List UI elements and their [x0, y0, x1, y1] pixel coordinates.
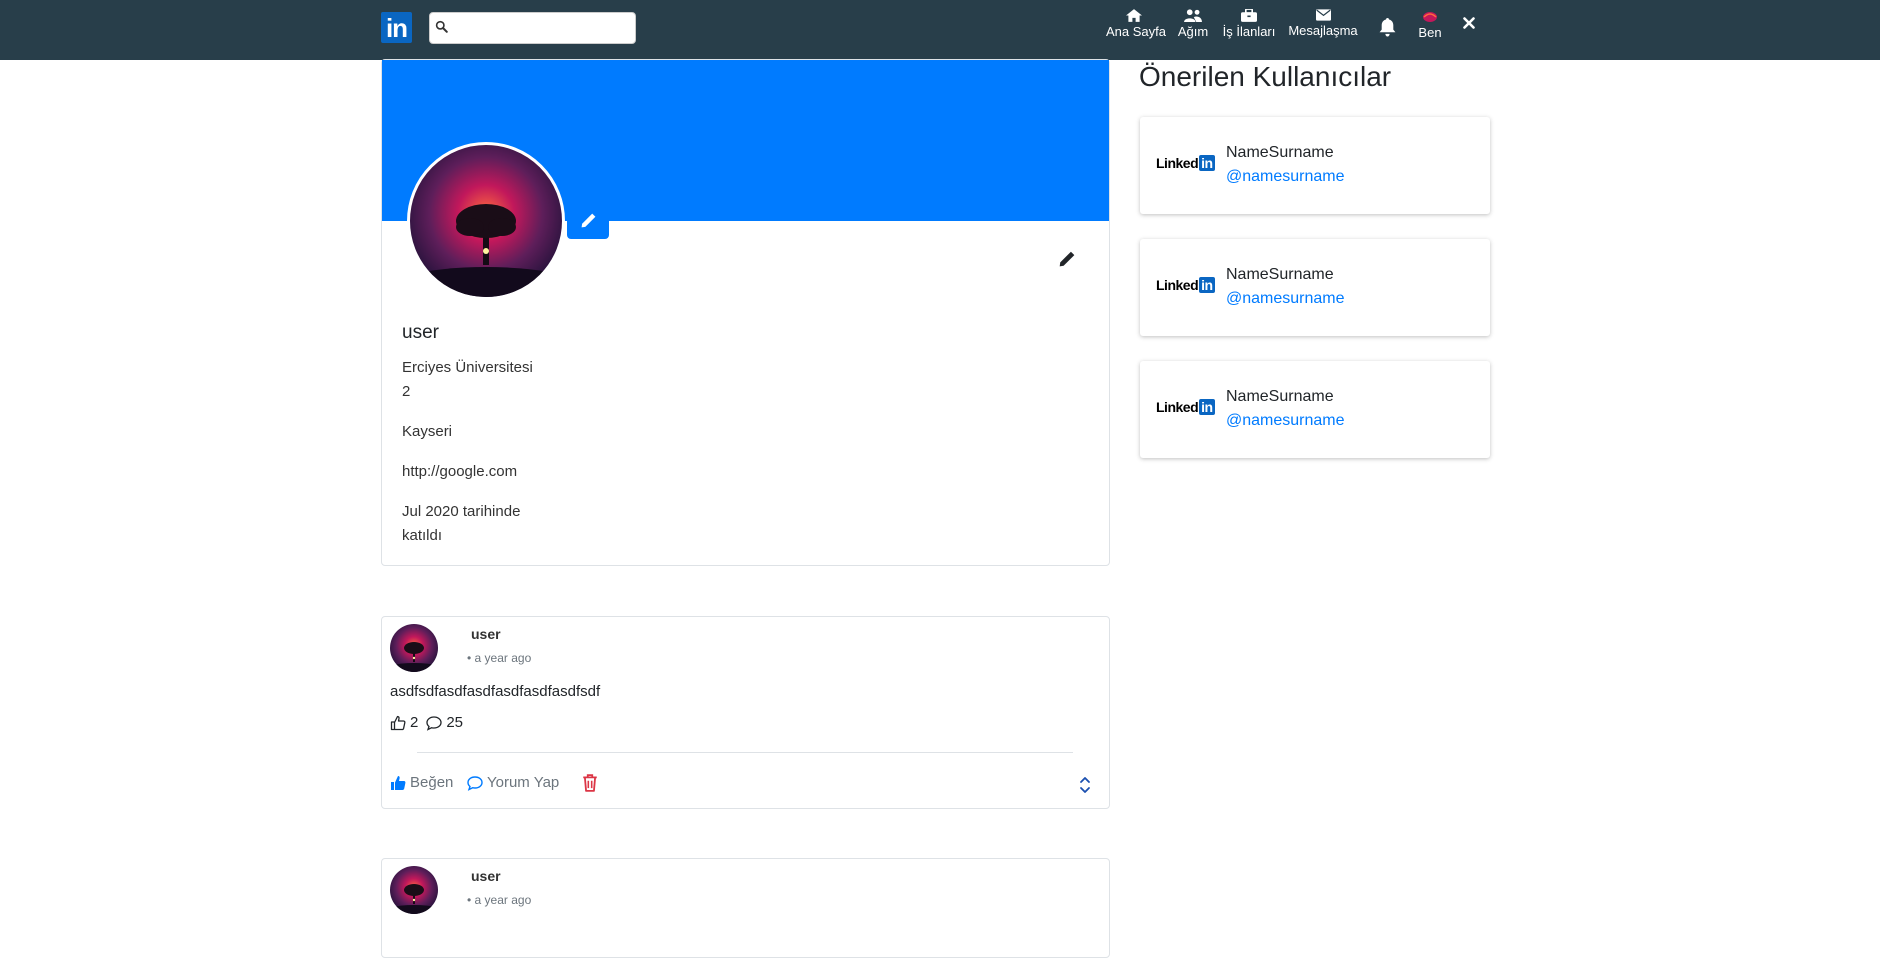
linkedin-logo-text: Linked: [1156, 277, 1199, 293]
avatar-edit-button[interactable]: [567, 201, 609, 239]
linkedin-logo: Linked in: [1156, 399, 1215, 415]
post-time: • a year ago: [467, 893, 532, 907]
pencil-icon: [581, 213, 595, 227]
nav-me-label: Ben: [1418, 25, 1442, 40]
comment-button-label: Yorum Yap: [487, 774, 560, 791]
nav-network[interactable]: Ağım: [1176, 9, 1210, 49]
linkedin-logo-text: Linked: [1156, 155, 1199, 171]
profile-avatar: [407, 142, 565, 300]
post-stats: 2 25: [390, 714, 463, 731]
nav-network-label: Ağım: [1177, 24, 1209, 39]
post-divider: [417, 752, 1073, 753]
suggested-user-name: NameSurname: [1226, 388, 1334, 405]
bell-icon: [1379, 18, 1395, 37]
suggested-user-name: NameSurname: [1226, 144, 1334, 161]
post-avatar: [390, 866, 438, 914]
thumbs-up-outline-icon: [390, 715, 406, 730]
delete-post-button[interactable]: [582, 774, 598, 792]
linkedin-logo-in: in: [1199, 399, 1215, 415]
search-icon: [435, 20, 448, 38]
linkedin-logo-text: Linked: [1156, 399, 1199, 415]
profile-city: Kayseri: [402, 423, 453, 440]
search-box[interactable]: [429, 12, 636, 44]
suggested-user-handle[interactable]: @namesurname: [1226, 412, 1345, 430]
comment-outline-icon: [426, 715, 442, 731]
like-button-label: Beğen: [410, 774, 454, 791]
post-avatar: [390, 624, 438, 672]
expand-toggle[interactable]: [1079, 775, 1091, 795]
thumbs-up-icon: [391, 775, 406, 790]
nav-me[interactable]: Ben: [1416, 11, 1444, 51]
linkedin-logo: Linked in: [1156, 155, 1215, 171]
nav-jobs[interactable]: İş İlanları: [1222, 9, 1276, 49]
profile-joined-line2: katıldı: [402, 527, 443, 544]
top-navbar: in Ana Sayfa Ağım İş İlanları Mesajlaşma…: [0, 0, 1880, 60]
nav-home-label: Ana Sayfa: [1106, 24, 1166, 39]
trash-icon: [583, 774, 597, 792]
like-button[interactable]: Beğen: [390, 774, 453, 791]
profile-website[interactable]: http://google.com: [402, 463, 517, 480]
profile-card: user Erciyes Üniversitesi 2 Kayseri http…: [381, 59, 1110, 566]
profile-edit-button[interactable]: [1058, 250, 1076, 273]
linkedin-logo-in: in: [1199, 155, 1215, 171]
home-icon: [1126, 9, 1142, 22]
profile-number: 2: [402, 383, 411, 400]
linkedin-logo[interactable]: in: [381, 12, 412, 43]
post-username[interactable]: user: [471, 626, 501, 642]
close-icon: [1463, 17, 1475, 29]
chevron-up-down-icon: [1080, 777, 1090, 793]
profile-name: user: [402, 322, 439, 343]
post-content: asdfsdfasdfasdfasdfasdfasdfsdf: [390, 683, 601, 700]
nav-close[interactable]: [1462, 17, 1476, 57]
suggested-user-card[interactable]: Linked in NameSurname @namesurname: [1140, 239, 1490, 336]
avatar-icon: [1423, 12, 1437, 22]
nav-messaging[interactable]: Mesajlaşma: [1288, 9, 1358, 49]
post-username[interactable]: user: [471, 868, 501, 884]
linkedin-logo-in: in: [1199, 277, 1215, 293]
envelope-icon: [1315, 9, 1331, 21]
nav-notifications[interactable]: [1377, 18, 1397, 58]
briefcase-icon: [1241, 9, 1257, 22]
suggested-users-title: Önerilen Kullanıcılar: [1139, 61, 1392, 92]
suggested-user-card[interactable]: Linked in NameSurname @namesurname: [1140, 361, 1490, 458]
nav-home[interactable]: Ana Sayfa: [1106, 9, 1166, 49]
comment-icon: [467, 775, 483, 791]
post-time: • a year ago: [467, 651, 532, 665]
search-input[interactable]: [452, 13, 632, 41]
nav-messaging-label: Mesajlaşma: [1288, 23, 1358, 38]
profile-joined-line1: Jul 2020 tarihinde: [402, 503, 521, 520]
suggested-user-handle[interactable]: @namesurname: [1226, 290, 1345, 308]
suggested-user-card[interactable]: Linked in NameSurname @namesurname: [1140, 117, 1490, 214]
comment-button[interactable]: Yorum Yap: [467, 774, 559, 791]
nav-jobs-label: İş İlanları: [1222, 24, 1276, 39]
post-like-count: 2: [410, 714, 419, 731]
users-icon: [1184, 9, 1202, 22]
linkedin-logo: Linked in: [1156, 277, 1215, 293]
suggested-user-name: NameSurname: [1226, 266, 1334, 283]
suggested-user-handle[interactable]: @namesurname: [1226, 168, 1345, 186]
post-card: user • a year ago: [381, 858, 1110, 958]
post-comment-count: 25: [446, 714, 464, 731]
pencil-icon: [1059, 251, 1075, 267]
post-card: user • a year ago asdfsdfasdfasdfasdfasd…: [381, 616, 1110, 809]
profile-school: Erciyes Üniversitesi: [402, 359, 533, 376]
